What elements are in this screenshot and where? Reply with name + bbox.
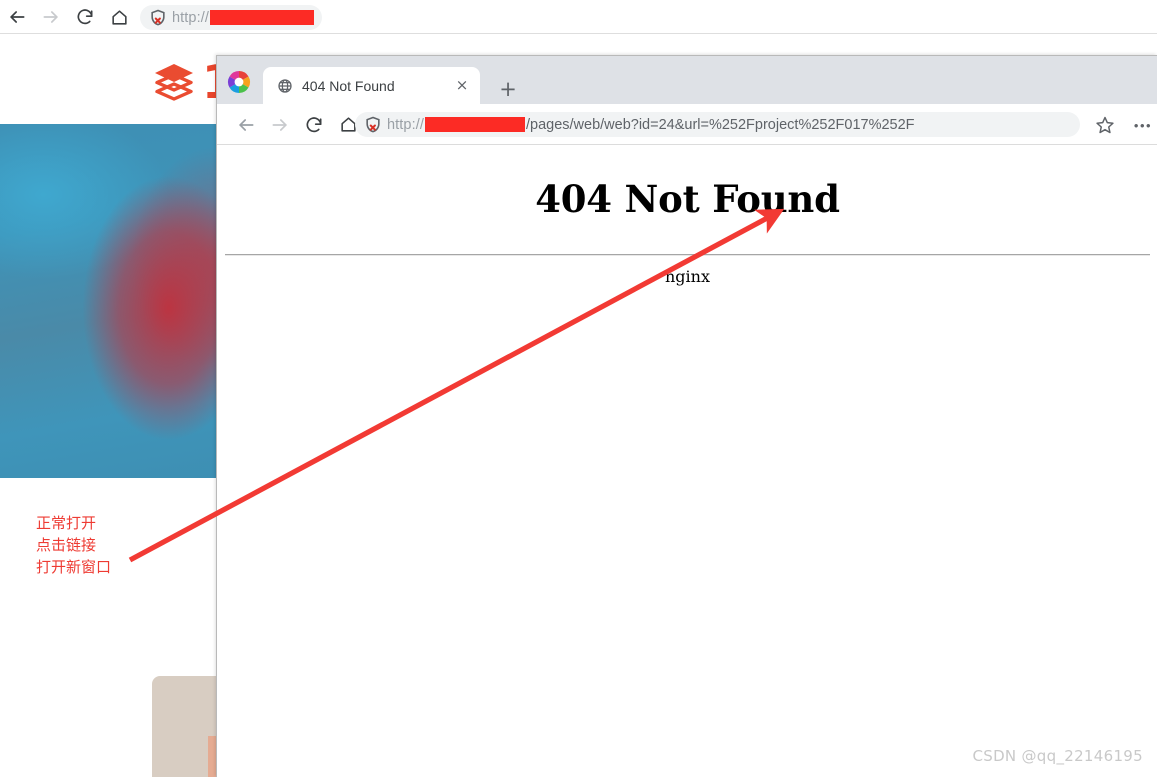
inner-url-path: /pages/web/web?id=24&url=%252Fproject%25…	[525, 116, 915, 133]
error-server-name: nginx	[665, 267, 710, 286]
outer-url-scheme: http://	[172, 9, 209, 26]
outer-home-button[interactable]	[102, 0, 136, 34]
shield-x-icon	[148, 8, 168, 28]
inner-back-button[interactable]	[229, 108, 263, 142]
inner-browser-toolbar: http:// /pages/web/web?id=24&url=%252Fpr…	[217, 104, 1157, 145]
home-icon	[111, 9, 127, 25]
reload-icon	[306, 116, 322, 132]
outer-address-bar[interactable]: http://	[140, 5, 322, 30]
back-arrow-icon	[10, 11, 25, 23]
outer-reload-button[interactable]	[68, 0, 102, 34]
inner-browser-window: 404 Not Found × + http:// /pages/web/web…	[216, 55, 1157, 777]
screenshot-root: http:// 1 正常打开 点击链接 打开新窗口	[0, 0, 1157, 777]
inner-url-scheme: http://	[387, 116, 424, 133]
back-arrow-icon	[239, 118, 254, 131]
outer-back-button[interactable]	[0, 0, 34, 34]
close-icon[interactable]: ×	[452, 76, 472, 96]
inner-address-bar[interactable]: http:// /pages/web/web?id=24&url=%252Fpr…	[355, 112, 1080, 137]
inner-url-redaction	[424, 117, 525, 132]
inner-reload-button[interactable]	[297, 108, 331, 142]
bookmark-star-icon[interactable]	[1093, 113, 1117, 137]
colorful-spiral-logo-icon	[225, 68, 253, 96]
outer-url-redaction	[209, 10, 314, 25]
hero-gradient-banner	[0, 124, 216, 478]
forward-arrow-icon	[43, 11, 58, 23]
shield-x-icon	[363, 115, 383, 135]
beige-card-edge	[208, 736, 216, 777]
inner-tab-strip: 404 Not Found × +	[217, 56, 1157, 104]
layers-stack-icon	[150, 58, 198, 106]
menu-dots: •••	[1133, 117, 1153, 133]
error-divider	[225, 254, 1150, 255]
error-title: 404 Not Found	[535, 177, 840, 221]
inner-forward-button[interactable]	[263, 108, 297, 142]
browser-tab[interactable]: 404 Not Found ×	[263, 67, 480, 104]
new-tab-button[interactable]: +	[495, 76, 521, 102]
more-horizontal-icon[interactable]: •••	[1131, 113, 1155, 137]
outer-forward-button[interactable]	[34, 0, 68, 34]
error-page-viewport: 404 Not Found nginx	[217, 145, 1157, 777]
forward-arrow-icon	[272, 118, 287, 131]
beige-card[interactable]	[152, 676, 216, 777]
tab-title: 404 Not Found	[302, 77, 395, 94]
reload-icon	[77, 9, 93, 25]
watermark-text: CSDN @qq_22146195	[972, 747, 1143, 765]
globe-icon	[277, 78, 293, 94]
red-annotation-text: 正常打开 点击链接 打开新窗口	[36, 514, 112, 576]
